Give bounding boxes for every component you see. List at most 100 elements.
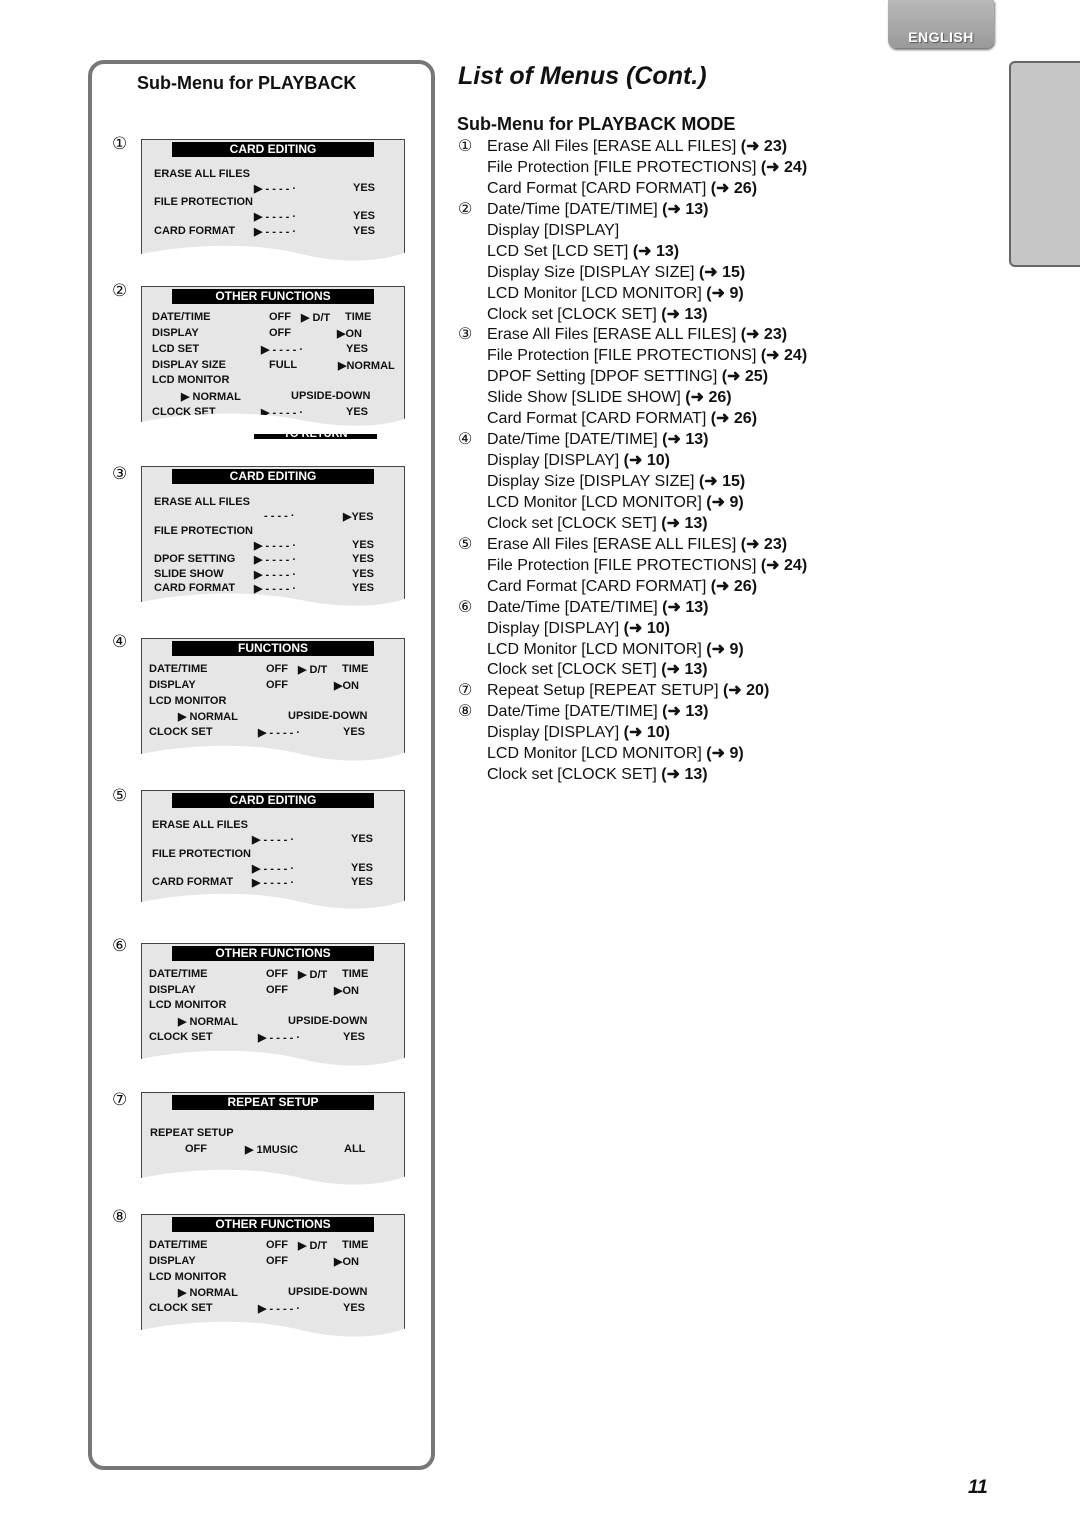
menu-label: DATE/TIME — [149, 1239, 208, 1251]
panel-header: OTHER FUNCTIONS — [172, 946, 374, 961]
item-label: DPOF Setting [DPOF SETTING] — [487, 368, 722, 386]
item-label: Clock set [CLOCK SET] — [487, 766, 662, 784]
panel-header: CARD EDITING — [172, 469, 374, 484]
panel-number: ⑧ — [112, 1207, 128, 1226]
menu-label: DISPLAY — [149, 679, 196, 691]
menu-option: ▶ NORMAL — [178, 711, 238, 723]
item-label: File Protection [FILE PROTECTIONS] — [487, 347, 761, 365]
torn-edge — [141, 1321, 407, 1342]
menu-option: YES — [352, 568, 375, 580]
menu-panel-other-functions: OTHER FUNCTIONS DATE/TIME OFF ▶ D/T TIME… — [141, 286, 407, 439]
language-label: ENGLISH — [908, 29, 974, 45]
menu-option: OFF — [266, 679, 288, 691]
menu-option: YES — [343, 1302, 366, 1314]
item-text: Repeat Setup [REPEAT SETUP] (➜ 20) — [487, 681, 769, 701]
menu-option: ▶NORMAL — [338, 360, 395, 372]
item-number: ⑦ — [458, 682, 473, 700]
menu-label: ERASE ALL FILES — [154, 168, 250, 180]
item-label: Display [DISPLAY] — [487, 452, 624, 470]
menu-panel-card-editing: CARD EDITING ERASE ALL FILES - - - - · ▶… — [141, 466, 407, 614]
item-label: Erase All Files [ERASE ALL FILES] — [487, 535, 741, 553]
menu-option: ▶ NORMAL — [178, 1016, 238, 1028]
menu-option: OFF — [269, 311, 291, 323]
menu-label: LCD SET — [152, 343, 200, 355]
menu-label: DPOF SETTING — [154, 553, 236, 565]
menu-option: ▶ON — [334, 1256, 359, 1268]
item-label: File Protection [FILE PROTECTIONS] — [487, 158, 761, 176]
panel-number: ⑤ — [112, 786, 128, 805]
menu-label: CLOCK SET — [149, 1302, 213, 1314]
menu-label: DATE/TIME — [149, 663, 208, 675]
menu-option: OFF — [266, 1255, 288, 1267]
page-reference: (➜ 26) — [685, 389, 732, 407]
menu-option: ▶ 1MUSIC — [245, 1144, 299, 1156]
item-text: Card Format [CARD FORMAT] (➜ 26) — [487, 409, 757, 429]
menu-option: - - - - · — [264, 510, 295, 522]
menu-label: CARD FORMAT — [152, 876, 234, 888]
menu-label: CLOCK SET — [149, 726, 213, 738]
item-label: Display [DISPLAY] — [487, 619, 624, 637]
menu-option: YES — [343, 1031, 366, 1043]
page-reference: (➜ 26) — [710, 179, 758, 197]
item-text: Date/Time [DATE/TIME] (➜ 13) — [487, 430, 708, 450]
menu-label: LCD MONITOR — [149, 1271, 227, 1283]
item-label: Erase All Files [ERASE ALL FILES] — [487, 138, 741, 155]
item-label: Erase All Files [ERASE ALL FILES] — [487, 326, 741, 344]
item-label: Date/Time [DATE/TIME] — [487, 200, 663, 218]
page-reference: (➜ 26) — [710, 410, 758, 428]
menu-option: ▶ - - - - · — [258, 1303, 301, 1315]
menu-label: DISPLAY — [152, 327, 199, 339]
item-label: Card Format [CARD FORMAT] — [487, 410, 711, 428]
menu-label: DATE/TIME — [152, 311, 211, 323]
item-number: ② — [458, 200, 473, 218]
menu-label: LCD MONITOR — [149, 999, 227, 1011]
panel-header: CARD EDITING — [172, 793, 374, 808]
menu-option: ▶ - - - - · — [252, 863, 295, 875]
menu-label: REPEAT SETUP — [150, 1127, 234, 1139]
menu-option: ▶ - - - - · — [254, 226, 297, 238]
item-text: LCD Monitor [LCD MONITOR] (➜ 9) — [487, 744, 744, 764]
item-label: Card Format [CARD FORMAT] — [487, 179, 711, 197]
item-label: Display [DISPLAY] — [487, 724, 624, 742]
item-label: LCD Monitor [LCD MONITOR] — [487, 284, 707, 302]
item-label: Date/Time [DATE/TIME] — [487, 598, 663, 616]
item-label: Display Size [DISPLAY SIZE] — [487, 473, 699, 490]
page-reference: (➜ 9) — [706, 284, 744, 302]
page-reference: (➜ 10) — [623, 619, 670, 637]
torn-edge — [141, 413, 407, 434]
item-label: LCD Monitor [LCD MONITOR] — [487, 745, 707, 763]
menu-option: YES — [351, 833, 374, 845]
page-reference: (➜ 13) — [661, 661, 708, 679]
panel-number: ⑥ — [112, 936, 128, 955]
menu-option: YES — [343, 726, 366, 738]
menu-option: YES — [353, 225, 376, 237]
item-text: Clock set [CLOCK SET] (➜ 13) — [487, 765, 708, 785]
menu-option: ▶ - - - - · — [254, 554, 297, 566]
panel-header: OTHER FUNCTIONS — [172, 289, 374, 304]
item-text: Display Size [DISPLAY SIZE] (➜ 15) — [487, 263, 745, 283]
item-text: LCD Monitor [LCD MONITOR] (➜ 9) — [487, 284, 744, 304]
page-number: 11 — [968, 1477, 988, 1498]
menu-option: YES — [352, 539, 375, 551]
panel-number: ⑦ — [112, 1090, 128, 1109]
page-reference: (➜ 24) — [760, 556, 808, 574]
menu-option: ▶ - - - - · — [261, 344, 304, 356]
menu-label: CARD FORMAT — [154, 225, 236, 237]
item-text: LCD Monitor [LCD MONITOR] (➜ 9) — [487, 493, 744, 513]
menu-option: TIME — [342, 968, 369, 980]
menu-option: UPSIDE-DOWN — [288, 1286, 368, 1298]
menu-panel-other-functions: OTHER FUNCTIONS DATE/TIME OFF ▶ D/T TIME… — [141, 943, 407, 1071]
menu-option: UPSIDE-DOWN — [288, 1015, 368, 1027]
item-text: Card Format [CARD FORMAT] (➜ 26) — [487, 179, 757, 199]
page-reference: (➜ 9) — [706, 493, 744, 511]
item-label: Clock set [CLOCK SET] — [487, 305, 662, 323]
side-index-tab — [1009, 61, 1080, 267]
page-reference: (➜ 15) — [698, 473, 746, 490]
menu-option: UPSIDE-DOWN — [288, 710, 368, 722]
page-reference: (➜ 10) — [623, 452, 670, 470]
page-title: List of Menus (Cont.) — [458, 62, 707, 90]
menu-option: YES — [353, 210, 376, 222]
item-text: Card Format [CARD FORMAT] (➜ 26) — [487, 577, 757, 597]
item-text: File Protection [FILE PROTECTIONS] (➜ 24… — [487, 346, 807, 366]
item-label: Slide Show [SLIDE SHOW] — [487, 389, 686, 407]
